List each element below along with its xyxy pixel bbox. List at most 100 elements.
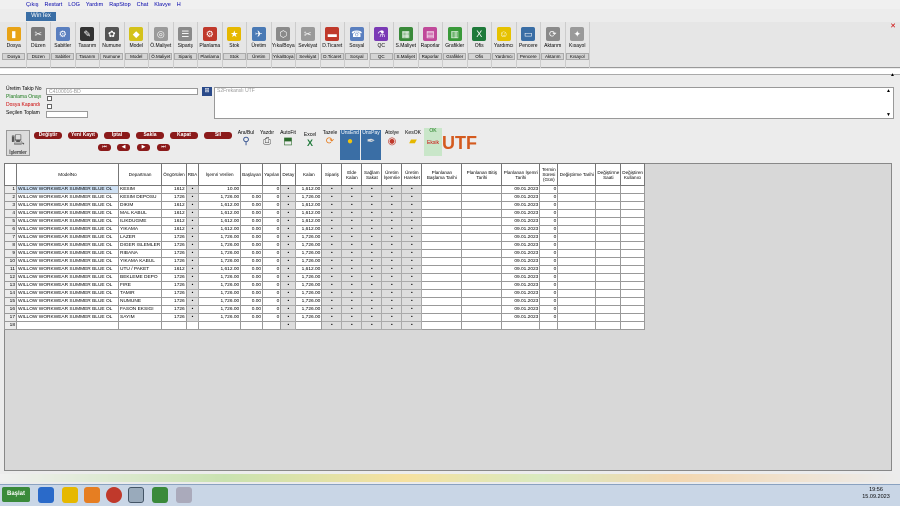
column-header[interactable]: Planlanan Başlama Tarihi xyxy=(421,163,463,186)
table-cell[interactable]: • xyxy=(401,265,423,274)
app-taskbar-icon[interactable] xyxy=(176,487,192,503)
table-row[interactable]: 4 WILLOW WORKWEAR SUMMER BLUE OL MAL KABUL… xyxy=(4,209,645,218)
table-cell[interactable]: • xyxy=(280,289,297,298)
table-cell[interactable]: • xyxy=(341,289,363,298)
wintex-taskbar-icon[interactable] xyxy=(128,487,144,503)
column-header[interactable]: Değiştirme Tarihi xyxy=(557,163,597,186)
table-cell[interactable]: • xyxy=(185,225,200,234)
toolbar-aktar-m-button[interactable]: ⟳ Aktarım Aktarım xyxy=(541,22,566,68)
toolbar-numune-button[interactable]: ✿ Numune Numune xyxy=(100,22,125,68)
table-cell[interactable]: • xyxy=(381,313,403,322)
table-cell[interactable]: • xyxy=(401,289,423,298)
table-cell[interactable]: • xyxy=(185,217,200,226)
excel-button[interactable]: Excel X xyxy=(300,132,320,162)
table-cell[interactable]: • xyxy=(280,257,297,266)
chrome-icon[interactable] xyxy=(106,487,122,503)
ie-icon[interactable] xyxy=(38,487,54,503)
table-cell[interactable]: • xyxy=(401,257,423,266)
table-cell[interactable]: • xyxy=(341,201,363,210)
table-cell[interactable]: • xyxy=(361,265,383,274)
table-cell[interactable]: • xyxy=(185,249,200,258)
toolbar-dropdown[interactable]: Sabitler xyxy=(51,53,75,60)
table-cell[interactable]: • xyxy=(321,241,343,250)
first-record-button[interactable]: ⏮ xyxy=(98,144,111,151)
toolbar-grafikler-button[interactable]: ▥ Grafikler Grafikler xyxy=(443,22,468,68)
table-cell[interactable]: • xyxy=(381,209,403,218)
toolbar-dropdown[interactable]: Üretim xyxy=(247,53,271,60)
menu-item[interactable]: LOG xyxy=(68,2,80,8)
toolbar-dropdown[interactable]: Aktarım xyxy=(541,53,565,60)
table-cell[interactable]: • xyxy=(361,249,383,258)
column-header[interactable]: Öngörülen xyxy=(161,163,187,186)
table-cell[interactable]: • xyxy=(381,289,403,298)
table-cell[interactable]: • xyxy=(321,321,343,330)
lookup-button[interactable]: ⊞ xyxy=(202,87,212,96)
column-header[interactable]: Sağlam Sakat xyxy=(361,163,383,186)
toolbar-ofis-button[interactable]: X Ofis Ofis xyxy=(467,22,492,68)
table-cell[interactable]: • xyxy=(401,273,423,282)
table-cell[interactable]: • xyxy=(401,305,423,314)
toolbar-y-ka-boya-button[interactable]: ⬡ Yıka/Boya Yıka/Boya xyxy=(271,22,296,68)
sakla-button[interactable]: Sakla xyxy=(136,132,164,139)
table-cell[interactable]: • xyxy=(321,233,343,242)
toolbar--retim-button[interactable]: ✈ Üretim Üretim xyxy=(247,22,272,68)
menu-item[interactable]: Çıkış xyxy=(26,2,39,8)
table-cell[interactable]: • xyxy=(341,233,363,242)
toolbar-yard-mc--button[interactable]: ☺ Yardımcı Yardımcı xyxy=(492,22,517,68)
table-cell[interactable]: • xyxy=(321,217,343,226)
toolbar--maliyet-button[interactable]: ◎ Ö.Maliyet Ö.Maliyet xyxy=(149,22,174,68)
table-cell[interactable]: • xyxy=(401,321,423,330)
table-cell[interactable]: • xyxy=(381,321,403,330)
column-header[interactable]: Termin Süresi (Gün) xyxy=(539,163,559,186)
panel-scroll-up-icon[interactable]: ▲ xyxy=(890,72,895,78)
table-cell[interactable]: • xyxy=(401,313,423,322)
table-cell[interactable]: • xyxy=(185,233,200,242)
media-icon[interactable] xyxy=(84,487,100,503)
iptal-button[interactable]: İptal xyxy=(104,132,130,139)
toolbar-model-button[interactable]: ◆ Model Model xyxy=(124,22,149,68)
column-header[interactable]: Üretim İşemriie xyxy=(381,163,403,186)
atolye-button[interactable]: Atolye ◉ xyxy=(382,130,402,160)
column-header[interactable]: Yapılan xyxy=(262,163,282,186)
table-cell[interactable]: • xyxy=(381,193,403,202)
prev-record-button[interactable]: ◀ xyxy=(117,144,130,151)
scroll-down-icon[interactable]: ▼ xyxy=(886,112,891,118)
toolbar-dropdown[interactable]: Dosya xyxy=(2,53,26,60)
table-cell[interactable]: • xyxy=(401,193,423,202)
table-cell[interactable]: • xyxy=(341,321,363,330)
table-cell[interactable]: • xyxy=(280,249,297,258)
table-cell[interactable]: • xyxy=(341,225,363,234)
toolbar-stok-button[interactable]: ★ Stok Stok xyxy=(222,22,247,68)
toolbar-sosyal-button[interactable]: ☎ Sosyal Sosyal xyxy=(345,22,370,68)
table-row[interactable]: 12 WILLOW WORKWEAR SUMMER BLUE OL BEKLEME … xyxy=(4,273,645,282)
table-row[interactable]: 3 WILLOW WORKWEAR SUMMER BLUE OL DIKIM 1612… xyxy=(4,201,645,210)
table-cell[interactable]: • xyxy=(185,201,200,210)
table-cell[interactable]: • xyxy=(185,209,200,218)
table-cell[interactable]: • xyxy=(401,297,423,306)
table-row[interactable]: 7 WILLOW WORKWEAR SUMMER BLUE OL LAZER 1726… xyxy=(4,233,645,242)
table-row[interactable]: 6 WILLOW WORKWEAR SUMMER BLUE OL YIKAMA 161… xyxy=(4,225,645,234)
menu-item[interactable]: Chat xyxy=(137,2,149,8)
table-cell[interactable]: • xyxy=(321,201,343,210)
toolbar-dropdown[interactable]: Ö.Maliyet xyxy=(149,53,173,60)
table-cell[interactable]: • xyxy=(280,201,297,210)
column-header[interactable]: ModelNo xyxy=(16,163,119,186)
table-cell[interactable]: • xyxy=(401,201,423,210)
islemler-button[interactable]: 🖳 İşlemler xyxy=(6,130,30,156)
table-row[interactable]: 2 WILLOW WORKWEAR SUMMER BLUE OL KESIM DEP… xyxy=(4,193,645,202)
table-cell[interactable]: • xyxy=(361,297,383,306)
menu-item[interactable]: RapStop xyxy=(109,2,130,8)
toolbar-dropdown[interactable]: Sipariş xyxy=(173,53,197,60)
table-cell[interactable]: • xyxy=(401,281,423,290)
table-cell[interactable]: • xyxy=(361,201,383,210)
scroll-up-icon[interactable]: ▲ xyxy=(886,88,891,94)
table-cell[interactable]: • xyxy=(401,249,423,258)
table-cell[interactable]: • xyxy=(341,313,363,322)
table-cell[interactable]: • xyxy=(280,225,297,234)
table-cell[interactable]: • xyxy=(280,273,297,282)
toolbar-qc-button[interactable]: ⚗ QC QC xyxy=(369,22,394,68)
start-button[interactable]: Başlat xyxy=(2,487,30,502)
column-header[interactable]: İşemri Verilen xyxy=(198,163,242,186)
model-description-field[interactable]: S2Frekanslı UTF xyxy=(214,87,894,119)
column-header[interactable]: Planlanan Bitiş Tarihi xyxy=(461,163,503,186)
